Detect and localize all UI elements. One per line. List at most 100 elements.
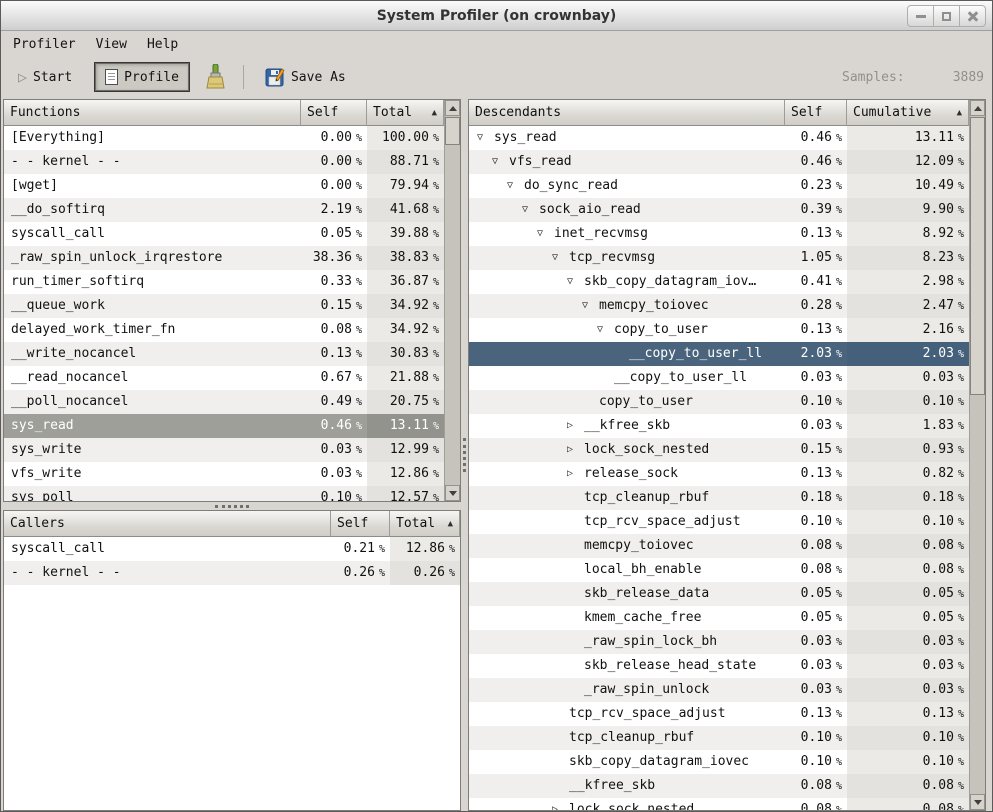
percent-unit: % <box>836 397 842 408</box>
table-row[interactable]: __kfree_skb0.08%0.08% <box>469 774 969 798</box>
table-row[interactable]: sys_poll0.10%12.57% <box>4 486 444 502</box>
scroll-down-button[interactable] <box>970 794 985 810</box>
self-column-header[interactable]: Self <box>785 100 847 126</box>
total-value: 0.03% <box>847 654 969 678</box>
percent-unit: % <box>356 445 362 456</box>
table-row[interactable]: ▽inet_recvmsg0.13%8.92% <box>469 222 969 246</box>
table-row[interactable]: [wget]0.00%79.94% <box>4 174 444 198</box>
table-row[interactable]: sys_write0.03%12.99% <box>4 438 444 462</box>
cumulative-column-header[interactable]: Cumulative ▲ <box>847 100 969 126</box>
self-column-header[interactable]: Self <box>331 511 390 537</box>
total-value: 34.92% <box>367 318 444 342</box>
table-row[interactable]: vfs_write0.03%12.86% <box>4 462 444 486</box>
table-row[interactable]: sys_read0.46%13.11% <box>4 414 444 438</box>
expander-collapsed-icon[interactable]: ▷ <box>567 462 584 486</box>
table-row[interactable]: __poll_nocancel0.49%20.75% <box>4 390 444 414</box>
vertical-splitter[interactable] <box>461 99 468 811</box>
expander-expanded-icon[interactable]: ▽ <box>567 270 584 294</box>
self-value: 0.03% <box>785 630 847 654</box>
function-name-cell: ▽sock_aio_read <box>469 198 785 222</box>
table-row[interactable]: skb_release_head_state0.03%0.03% <box>469 654 969 678</box>
total-value: 10.49% <box>847 174 969 198</box>
start-button[interactable]: ▷ Start <box>9 65 81 90</box>
functions-scrollbar[interactable] <box>444 100 460 501</box>
menu-item-profiler[interactable]: Profiler <box>3 34 86 55</box>
function-name-cell: sys_poll <box>4 486 301 502</box>
scroll-up-button[interactable] <box>445 100 460 116</box>
self-column-header[interactable]: Self <box>301 100 367 126</box>
table-row[interactable]: ▷__kfree_skb0.03%1.83% <box>469 414 969 438</box>
table-row[interactable]: run_timer_softirq0.33%36.87% <box>4 270 444 294</box>
descendants-scrollbar[interactable] <box>969 100 985 810</box>
total-column-header[interactable]: Total ▲ <box>367 100 444 126</box>
table-row[interactable]: kmem_cache_free0.05%0.05% <box>469 606 969 630</box>
expander-collapsed-icon[interactable]: ▷ <box>567 438 584 462</box>
profile-button[interactable]: Profile <box>95 63 189 91</box>
total-value: 0.10% <box>847 390 969 414</box>
expander-collapsed-icon[interactable]: ▷ <box>552 798 569 811</box>
table-row[interactable]: tcp_rcv_space_adjust0.13%0.13% <box>469 702 969 726</box>
scrollbar-thumb[interactable] <box>970 117 985 395</box>
table-row[interactable]: syscall_call0.21%12.86% <box>4 537 460 561</box>
horizontal-splitter[interactable] <box>3 502 461 510</box>
table-row[interactable]: skb_release_data0.05%0.05% <box>469 582 969 606</box>
title-bar[interactable]: System Profiler (on crownbay) <box>1 1 992 31</box>
scrollbar-thumb[interactable] <box>445 117 460 145</box>
table-row[interactable]: [Everything]0.00%100.00% <box>4 126 444 150</box>
table-row[interactable]: local_bh_enable0.08%0.08% <box>469 558 969 582</box>
reset-button[interactable] <box>201 61 229 93</box>
total-column-header[interactable]: Total ▲ <box>390 511 460 537</box>
expander-expanded-icon[interactable]: ▽ <box>537 222 554 246</box>
table-row[interactable]: _raw_spin_unlock_irqrestore38.36%38.83% <box>4 246 444 270</box>
table-row[interactable]: skb_copy_datagram_iovec0.10%0.10% <box>469 750 969 774</box>
expander-expanded-icon[interactable]: ▽ <box>477 126 494 150</box>
table-row[interactable]: ▽tcp_recvmsg1.05%8.23% <box>469 246 969 270</box>
save-as-button[interactable]: Save As <box>256 62 355 93</box>
table-row[interactable]: ▷lock_sock_nested0.15%0.93% <box>469 438 969 462</box>
table-row[interactable]: __read_nocancel0.67%21.88% <box>4 366 444 390</box>
table-row[interactable]: memcpy_toiovec0.08%0.08% <box>469 534 969 558</box>
expander-collapsed-icon[interactable]: ▷ <box>567 414 584 438</box>
minimize-button[interactable] <box>907 5 934 27</box>
table-row[interactable]: ▽memcpy_toiovec0.28%2.47% <box>469 294 969 318</box>
table-row[interactable]: syscall_call0.05%39.88% <box>4 222 444 246</box>
table-row[interactable]: __copy_to_user_ll0.03%0.03% <box>469 366 969 390</box>
maximize-button[interactable] <box>933 5 960 27</box>
table-row[interactable]: ▽sys_read0.46%13.11% <box>469 126 969 150</box>
table-row[interactable]: __write_nocancel0.13%30.83% <box>4 342 444 366</box>
table-row[interactable]: _raw_spin_unlock0.03%0.03% <box>469 678 969 702</box>
table-row[interactable]: ▽skb_copy_datagram_iov…0.41%2.98% <box>469 270 969 294</box>
scroll-up-button[interactable] <box>970 100 985 116</box>
table-row[interactable]: ▽do_sync_read0.23%10.49% <box>469 174 969 198</box>
table-row[interactable]: - - kernel - -0.26%0.26% <box>4 561 460 585</box>
table-row[interactable]: ▽vfs_read0.46%12.09% <box>469 150 969 174</box>
expander-expanded-icon[interactable]: ▽ <box>492 150 509 174</box>
menu-item-view[interactable]: View <box>86 34 137 55</box>
expander-expanded-icon[interactable]: ▽ <box>507 174 524 198</box>
close-button[interactable] <box>959 5 986 27</box>
expander-expanded-icon[interactable]: ▽ <box>582 294 599 318</box>
expander-expanded-icon[interactable]: ▽ <box>597 318 614 342</box>
table-row[interactable]: copy_to_user0.10%0.10% <box>469 390 969 414</box>
table-row[interactable]: __queue_work0.15%34.92% <box>4 294 444 318</box>
expander-expanded-icon[interactable]: ▽ <box>552 246 569 270</box>
table-row[interactable]: tcp_rcv_space_adjust0.10%0.10% <box>469 510 969 534</box>
table-row[interactable]: delayed_work_timer_fn0.08%34.92% <box>4 318 444 342</box>
menu-item-help[interactable]: Help <box>137 34 188 55</box>
table-row[interactable]: __do_softirq2.19%41.68% <box>4 198 444 222</box>
table-row[interactable]: tcp_cleanup_rbuf0.10%0.10% <box>469 726 969 750</box>
total-value: 100.00% <box>367 126 444 150</box>
table-row[interactable]: - - kernel - -0.00%88.71% <box>4 150 444 174</box>
scroll-down-button[interactable] <box>445 485 460 501</box>
functions-column-header[interactable]: Functions <box>4 100 301 126</box>
table-row[interactable]: ▷release_sock0.13%0.82% <box>469 462 969 486</box>
table-row[interactable]: ▷lock_sock_nested0.08%0.08% <box>469 798 969 811</box>
table-row[interactable]: ▽sock_aio_read0.39%9.90% <box>469 198 969 222</box>
table-row[interactable]: _raw_spin_lock_bh0.03%0.03% <box>469 630 969 654</box>
expander-expanded-icon[interactable]: ▽ <box>522 198 539 222</box>
table-row[interactable]: __copy_to_user_ll2.03%2.03% <box>469 342 969 366</box>
descendants-column-header[interactable]: Descendants <box>469 100 785 126</box>
table-row[interactable]: ▽copy_to_user0.13%2.16% <box>469 318 969 342</box>
callers-column-header[interactable]: Callers <box>4 511 331 537</box>
table-row[interactable]: tcp_cleanup_rbuf0.18%0.18% <box>469 486 969 510</box>
